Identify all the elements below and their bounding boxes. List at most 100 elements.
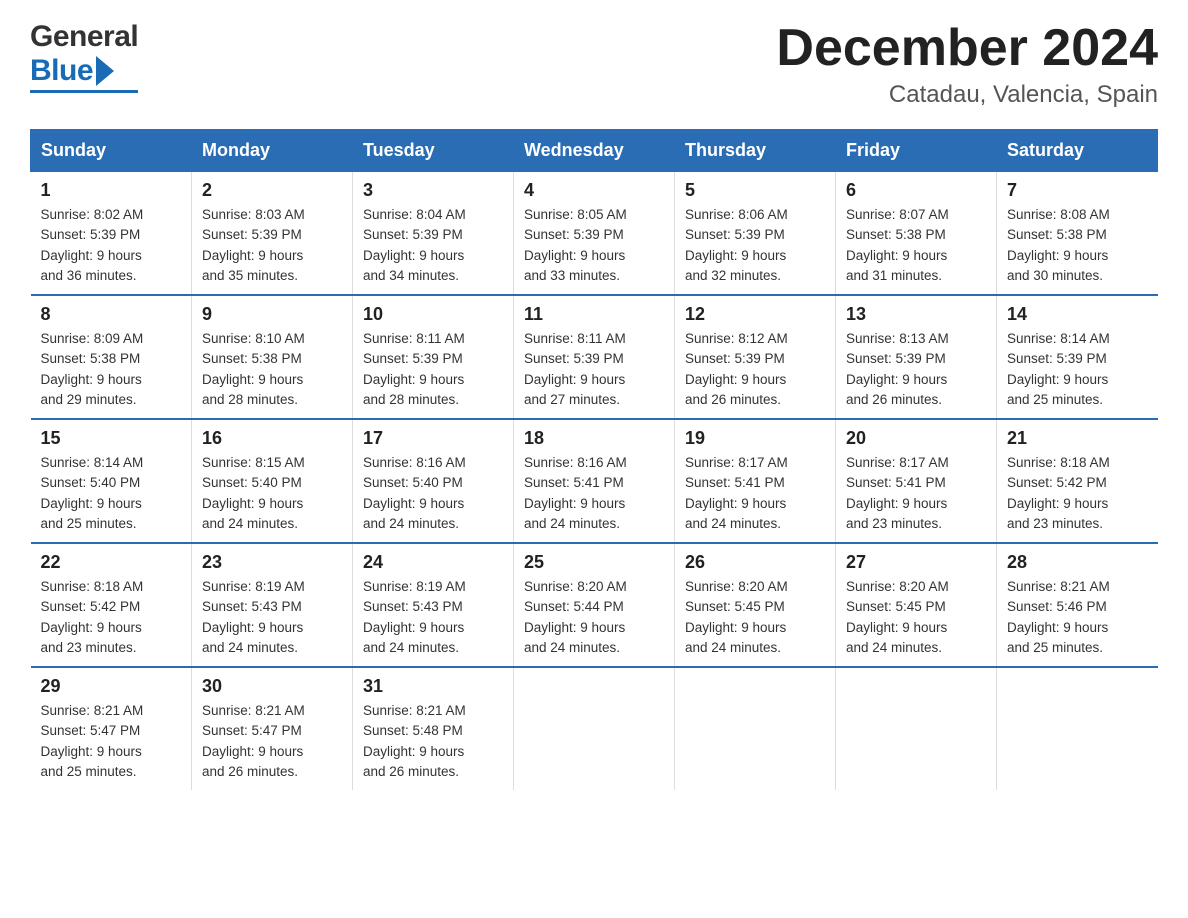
calendar-day-cell: 17 Sunrise: 8:16 AM Sunset: 5:40 PM Dayl… (353, 419, 514, 543)
day-number: 1 (41, 180, 182, 201)
day-number: 12 (685, 304, 825, 325)
calendar-header-row: Sunday Monday Tuesday Wednesday Thursday… (31, 130, 1158, 172)
day-info: Sunrise: 8:19 AM Sunset: 5:43 PM Dayligh… (202, 577, 342, 658)
day-number: 14 (1007, 304, 1148, 325)
calendar-week-row: 15 Sunrise: 8:14 AM Sunset: 5:40 PM Dayl… (31, 419, 1158, 543)
day-info: Sunrise: 8:08 AM Sunset: 5:38 PM Dayligh… (1007, 205, 1148, 286)
day-info: Sunrise: 8:20 AM Sunset: 5:44 PM Dayligh… (524, 577, 664, 658)
calendar-day-cell: 1 Sunrise: 8:02 AM Sunset: 5:39 PM Dayli… (31, 172, 192, 296)
day-info: Sunrise: 8:18 AM Sunset: 5:42 PM Dayligh… (41, 577, 182, 658)
day-info: Sunrise: 8:04 AM Sunset: 5:39 PM Dayligh… (363, 205, 503, 286)
title-section: December 2024 Catadau, Valencia, Spain (776, 20, 1158, 109)
calendar-day-cell: 27 Sunrise: 8:20 AM Sunset: 5:45 PM Dayl… (836, 543, 997, 667)
day-info: Sunrise: 8:07 AM Sunset: 5:38 PM Dayligh… (846, 205, 986, 286)
calendar-day-cell: 31 Sunrise: 8:21 AM Sunset: 5:48 PM Dayl… (353, 667, 514, 790)
day-number: 18 (524, 428, 664, 449)
logo-underline (30, 90, 138, 93)
day-info: Sunrise: 8:09 AM Sunset: 5:38 PM Dayligh… (41, 329, 182, 410)
day-info: Sunrise: 8:14 AM Sunset: 5:40 PM Dayligh… (41, 453, 182, 534)
header-friday: Friday (836, 130, 997, 172)
day-info: Sunrise: 8:20 AM Sunset: 5:45 PM Dayligh… (685, 577, 825, 658)
day-info: Sunrise: 8:16 AM Sunset: 5:40 PM Dayligh… (363, 453, 503, 534)
calendar-day-cell (675, 667, 836, 790)
day-number: 21 (1007, 428, 1148, 449)
calendar-week-row: 8 Sunrise: 8:09 AM Sunset: 5:38 PM Dayli… (31, 295, 1158, 419)
day-number: 27 (846, 552, 986, 573)
calendar-day-cell: 7 Sunrise: 8:08 AM Sunset: 5:38 PM Dayli… (997, 172, 1158, 296)
day-info: Sunrise: 8:16 AM Sunset: 5:41 PM Dayligh… (524, 453, 664, 534)
calendar-day-cell: 18 Sunrise: 8:16 AM Sunset: 5:41 PM Dayl… (514, 419, 675, 543)
calendar-day-cell: 28 Sunrise: 8:21 AM Sunset: 5:46 PM Dayl… (997, 543, 1158, 667)
day-number: 22 (41, 552, 182, 573)
day-info: Sunrise: 8:14 AM Sunset: 5:39 PM Dayligh… (1007, 329, 1148, 410)
logo-arrow-icon (96, 56, 114, 86)
page-subtitle: Catadau, Valencia, Spain (776, 81, 1158, 109)
day-info: Sunrise: 8:19 AM Sunset: 5:43 PM Dayligh… (363, 577, 503, 658)
page-title: December 2024 (776, 20, 1158, 77)
day-info: Sunrise: 8:03 AM Sunset: 5:39 PM Dayligh… (202, 205, 342, 286)
calendar-day-cell: 22 Sunrise: 8:18 AM Sunset: 5:42 PM Dayl… (31, 543, 192, 667)
calendar-day-cell: 25 Sunrise: 8:20 AM Sunset: 5:44 PM Dayl… (514, 543, 675, 667)
day-info: Sunrise: 8:11 AM Sunset: 5:39 PM Dayligh… (524, 329, 664, 410)
calendar-day-cell: 30 Sunrise: 8:21 AM Sunset: 5:47 PM Dayl… (192, 667, 353, 790)
day-info: Sunrise: 8:12 AM Sunset: 5:39 PM Dayligh… (685, 329, 825, 410)
calendar-day-cell: 20 Sunrise: 8:17 AM Sunset: 5:41 PM Dayl… (836, 419, 997, 543)
day-info: Sunrise: 8:21 AM Sunset: 5:47 PM Dayligh… (41, 701, 182, 782)
calendar-day-cell: 13 Sunrise: 8:13 AM Sunset: 5:39 PM Dayl… (836, 295, 997, 419)
day-info: Sunrise: 8:11 AM Sunset: 5:39 PM Dayligh… (363, 329, 503, 410)
day-number: 8 (41, 304, 182, 325)
header-wednesday: Wednesday (514, 130, 675, 172)
calendar-day-cell: 12 Sunrise: 8:12 AM Sunset: 5:39 PM Dayl… (675, 295, 836, 419)
page-header: General Blue December 2024 Catadau, Vale… (30, 20, 1158, 109)
day-number: 9 (202, 304, 342, 325)
day-info: Sunrise: 8:21 AM Sunset: 5:47 PM Dayligh… (202, 701, 342, 782)
calendar-day-cell: 2 Sunrise: 8:03 AM Sunset: 5:39 PM Dayli… (192, 172, 353, 296)
day-number: 6 (846, 180, 986, 201)
logo-general: General (30, 20, 138, 54)
day-number: 29 (41, 676, 182, 697)
calendar-day-cell: 9 Sunrise: 8:10 AM Sunset: 5:38 PM Dayli… (192, 295, 353, 419)
day-info: Sunrise: 8:18 AM Sunset: 5:42 PM Dayligh… (1007, 453, 1148, 534)
day-number: 23 (202, 552, 342, 573)
calendar-day-cell: 26 Sunrise: 8:20 AM Sunset: 5:45 PM Dayl… (675, 543, 836, 667)
calendar-day-cell: 15 Sunrise: 8:14 AM Sunset: 5:40 PM Dayl… (31, 419, 192, 543)
calendar-week-row: 22 Sunrise: 8:18 AM Sunset: 5:42 PM Dayl… (31, 543, 1158, 667)
day-number: 28 (1007, 552, 1148, 573)
day-number: 16 (202, 428, 342, 449)
logo-blue-text: Blue (30, 54, 93, 88)
day-number: 2 (202, 180, 342, 201)
day-number: 17 (363, 428, 503, 449)
day-number: 4 (524, 180, 664, 201)
day-info: Sunrise: 8:21 AM Sunset: 5:48 PM Dayligh… (363, 701, 503, 782)
header-saturday: Saturday (997, 130, 1158, 172)
calendar-day-cell: 5 Sunrise: 8:06 AM Sunset: 5:39 PM Dayli… (675, 172, 836, 296)
day-info: Sunrise: 8:17 AM Sunset: 5:41 PM Dayligh… (846, 453, 986, 534)
day-info: Sunrise: 8:06 AM Sunset: 5:39 PM Dayligh… (685, 205, 825, 286)
calendar-week-row: 29 Sunrise: 8:21 AM Sunset: 5:47 PM Dayl… (31, 667, 1158, 790)
calendar-day-cell: 6 Sunrise: 8:07 AM Sunset: 5:38 PM Dayli… (836, 172, 997, 296)
day-number: 25 (524, 552, 664, 573)
day-number: 5 (685, 180, 825, 201)
calendar-day-cell: 29 Sunrise: 8:21 AM Sunset: 5:47 PM Dayl… (31, 667, 192, 790)
day-number: 24 (363, 552, 503, 573)
calendar-week-row: 1 Sunrise: 8:02 AM Sunset: 5:39 PM Dayli… (31, 172, 1158, 296)
header-monday: Monday (192, 130, 353, 172)
calendar-day-cell: 8 Sunrise: 8:09 AM Sunset: 5:38 PM Dayli… (31, 295, 192, 419)
day-number: 20 (846, 428, 986, 449)
logo: General Blue (30, 20, 138, 93)
day-number: 26 (685, 552, 825, 573)
day-number: 15 (41, 428, 182, 449)
day-number: 11 (524, 304, 664, 325)
calendar-table: Sunday Monday Tuesday Wednesday Thursday… (30, 129, 1158, 790)
calendar-day-cell: 23 Sunrise: 8:19 AM Sunset: 5:43 PM Dayl… (192, 543, 353, 667)
calendar-day-cell: 24 Sunrise: 8:19 AM Sunset: 5:43 PM Dayl… (353, 543, 514, 667)
calendar-day-cell: 11 Sunrise: 8:11 AM Sunset: 5:39 PM Dayl… (514, 295, 675, 419)
day-number: 10 (363, 304, 503, 325)
day-number: 31 (363, 676, 503, 697)
day-number: 19 (685, 428, 825, 449)
calendar-day-cell: 19 Sunrise: 8:17 AM Sunset: 5:41 PM Dayl… (675, 419, 836, 543)
day-info: Sunrise: 8:05 AM Sunset: 5:39 PM Dayligh… (524, 205, 664, 286)
day-info: Sunrise: 8:13 AM Sunset: 5:39 PM Dayligh… (846, 329, 986, 410)
calendar-day-cell: 16 Sunrise: 8:15 AM Sunset: 5:40 PM Dayl… (192, 419, 353, 543)
day-info: Sunrise: 8:17 AM Sunset: 5:41 PM Dayligh… (685, 453, 825, 534)
